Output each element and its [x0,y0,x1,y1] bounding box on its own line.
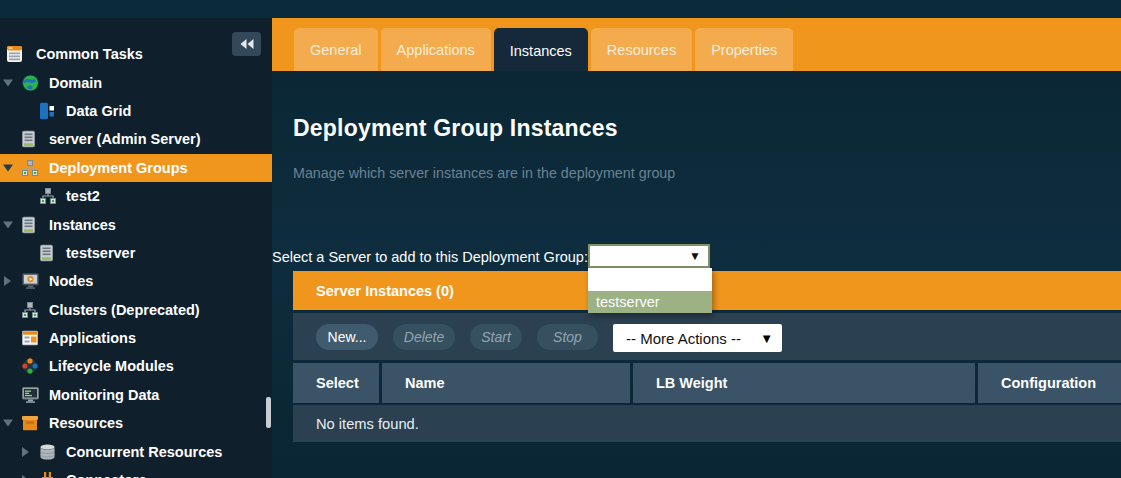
expander-down-icon[interactable] [3,419,13,428]
main-content: Deployment Group Instances Manage which … [272,71,1121,478]
server-select[interactable]: ▼ [588,244,710,268]
server-icon [22,131,35,148]
expander-right-icon[interactable] [21,447,30,457]
new-button[interactable]: New... [316,324,378,350]
sidebar-item-clusters-deprecated[interactable]: Clusters (Deprecated) [0,296,272,324]
sidebar-item-label: Monitoring Data [49,387,159,403]
column-header-select: Select [293,363,379,403]
box-icon [22,416,38,431]
sidebar-item-data-grid[interactable]: Data Grid [0,97,272,125]
more-actions-select[interactable]: -- More Actions -- ▼ [613,324,782,352]
sidebar-item-testserver[interactable]: testserver [0,239,272,267]
stop-button[interactable]: Stop [537,324,598,350]
lifecycle-icon [22,358,38,374]
page-title: Deployment Group Instances [293,115,618,142]
plug-icon [40,472,55,478]
table-empty-row: No items found. [293,405,1121,442]
expander-down-icon[interactable] [3,78,13,87]
sidebar-item-label: Applications [49,330,136,346]
top-strip [0,0,1121,18]
sidebar: Common Tasks Domain Data Grid server (Admin… [0,18,272,478]
server-icon [22,216,35,233]
more-actions-label: -- More Actions -- [626,330,741,347]
tab-applications[interactable]: Applications [381,28,491,71]
server-option-empty[interactable] [588,268,712,291]
sidebar-scrollbar-thumb[interactable] [266,397,271,428]
tab-instances[interactable]: Instances [494,28,588,74]
sidebar-item-common-tasks[interactable]: Common Tasks [0,40,272,68]
datagrid-icon [40,102,54,119]
node-icon [22,273,39,289]
tab-bar: GeneralApplicationsInstancesResourcesPro… [272,18,1121,71]
sidebar-item-instances[interactable]: Instances [0,210,272,238]
sidebar-item-domain[interactable]: Domain [0,68,272,96]
expander-down-icon[interactable] [3,220,13,229]
server-select-options: testserver [588,268,712,313]
sidebar-nav: Common Tasks Domain Data Grid server (Admin… [0,40,272,478]
sidebar-item-label: Concurrent Resources [66,444,222,460]
sidebar-item-concurrent-resources[interactable]: Concurrent Resources [0,437,272,465]
sidebar-item-label: Nodes [49,273,93,289]
sidebar-item-connectors[interactable]: Connectors [0,466,272,478]
sidebar-item-deployment-groups[interactable]: Deployment Groups [0,154,272,182]
sidebar-item-label: Clusters (Deprecated) [49,302,200,318]
expander-down-icon[interactable] [3,163,13,172]
database-icon [40,444,55,460]
sidebar-item-applications[interactable]: Applications [0,324,272,352]
sidebar-item-monitoring-data[interactable]: Monitoring Data [0,381,272,409]
expander-right-icon[interactable] [3,276,12,286]
sidebar-item-lifecycle-modules[interactable]: Lifecycle Modules [0,352,272,380]
sidebar-item-label: Data Grid [66,103,131,119]
sidebar-item-label: server (Admin Server) [49,131,201,147]
chevron-down-icon: ▼ [760,331,773,346]
toolbar-buttons: New... Delete Start Stop [316,324,598,350]
column-header-lb-weight: LB Weight [633,363,975,403]
server-option-testserver[interactable]: testserver [588,291,712,313]
sidebar-item-label: Resources [49,415,123,431]
server-icon [40,244,53,261]
chevron-down-icon: ▼ [689,249,701,263]
toolbar: New... Delete Start Stop -- More Actions --… [293,313,1121,360]
apps-icon [22,331,38,346]
sidebar-item-label: Instances [49,217,116,233]
monitor-icon [22,387,39,403]
sidebar-item-label: Common Tasks [36,46,143,62]
page-subtitle: Manage which server instances are in the… [293,165,675,181]
globe-icon [22,74,39,91]
sidebar-item-label: test2 [66,188,100,204]
tab-properties[interactable]: Properties [695,28,793,71]
add-server-label: Select a Server to add to this Deploymen… [272,249,588,265]
tasks-icon [7,46,22,62]
server-instances-table: SelectNameLB WeightConfiguration No item… [293,363,1121,442]
sidebar-item-label: Domain [49,75,102,91]
tab-general[interactable]: General [294,28,378,71]
sidebar-item-resources[interactable]: Resources [0,409,272,437]
start-button[interactable]: Start [470,324,522,350]
sidebar-item-nodes[interactable]: Nodes [0,267,272,295]
delete-button[interactable]: Delete [393,324,455,350]
sidebar-item-label: Connectors [66,472,147,478]
sidebar-item-label: Lifecycle Modules [49,358,174,374]
sidebar-item-label: testserver [66,245,135,261]
column-header-configuration: Configuration [978,363,1121,403]
tab-resources[interactable]: Resources [591,28,692,71]
cluster-icon [40,188,56,204]
table-header: SelectNameLB WeightConfiguration [293,363,1121,403]
sidebar-item-test2[interactable]: test2 [0,182,272,210]
app-window: Common Tasks Domain Data Grid server (Admin… [0,0,1121,478]
cluster-icon [22,302,38,318]
sidebar-item-server-admin-server[interactable]: server (Admin Server) [0,125,272,153]
sidebar-item-label: Deployment Groups [49,160,188,176]
cluster-icon [22,160,38,176]
column-header-name: Name [382,363,630,403]
